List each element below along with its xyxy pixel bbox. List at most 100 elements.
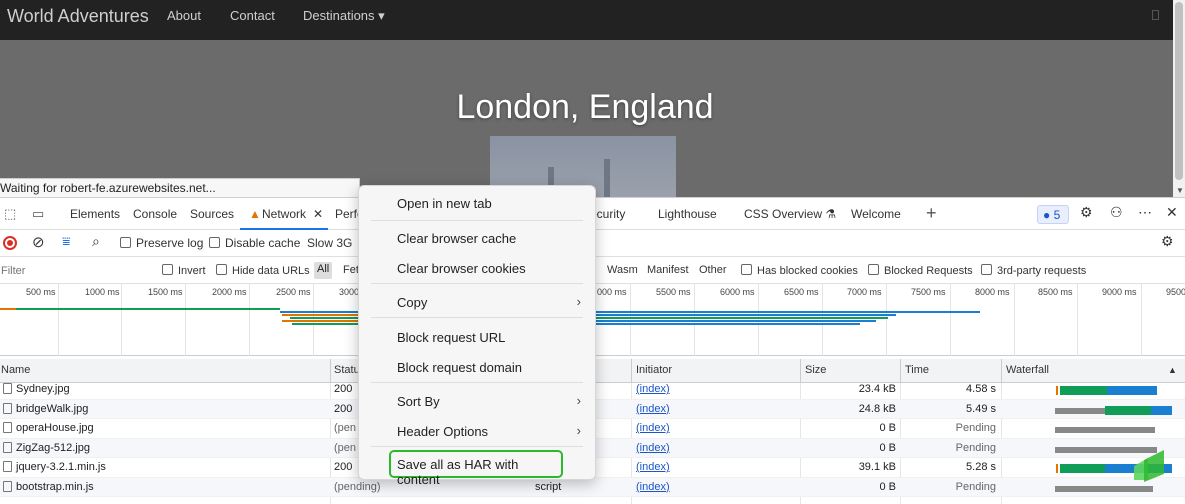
initiator-link[interactable]: (index) (636, 383, 670, 395)
col-header-time[interactable]: Time (905, 364, 929, 376)
clear-icon[interactable]: ⊘ (32, 233, 45, 251)
filter-type-fetch[interactable]: Fet (343, 264, 359, 276)
network-settings-icon[interactable]: ⚙ (1161, 233, 1174, 250)
site-brand[interactable]: World Adventures (7, 6, 149, 27)
scrollbar-thumb[interactable] (1175, 2, 1183, 180)
page-scrollbar[interactable]: ▼ (1173, 0, 1185, 197)
flask-icon: ⚗ (825, 207, 837, 221)
timeline-tick: 8500 ms (1038, 287, 1073, 297)
menu-item-sort-by[interactable]: Sort By › (359, 387, 595, 415)
menu-item-header-options-label: Header Options (397, 424, 489, 439)
blocked-requests-checkbox[interactable]: Blocked Requests (868, 264, 973, 277)
has-blocked-cookies-checkbox[interactable]: Has blocked cookies (741, 264, 858, 277)
checkbox-icon (216, 264, 227, 275)
blocked-requests-label: Blocked Requests (884, 265, 973, 277)
initiator-link[interactable]: (index) (636, 461, 670, 473)
menu-item-open-new-tab[interactable]: Open in new tab (359, 189, 595, 217)
close-tab-icon[interactable]: ✕ (313, 207, 323, 221)
initiator-link[interactable]: (index) (636, 403, 670, 415)
tab-lighthouse[interactable]: Lighthouse (658, 207, 717, 221)
checkbox-icon (741, 264, 752, 275)
scroll-down-icon[interactable]: ▼ (1176, 186, 1184, 195)
status-cell: 200 (334, 461, 353, 473)
menu-item-block-domain[interactable]: Block request domain (359, 353, 595, 381)
tab-console[interactable]: Console (133, 207, 177, 221)
throttling-select[interactable]: Slow 3G (307, 236, 352, 250)
loading-status: Waiting for robert-fe.azurewebsites.net.… (0, 178, 360, 197)
menu-item-header-options[interactable]: Header Options › (359, 417, 595, 445)
timeline-tick: 6000 ms (720, 287, 755, 297)
timeline-tick: 000 ms (597, 287, 627, 297)
menu-item-block-url[interactable]: Block request URL (359, 323, 595, 351)
waterfall-segment (1151, 405, 1172, 415)
disable-cache-checkbox[interactable]: Disable cache (209, 236, 300, 250)
record-icon[interactable] (3, 236, 17, 250)
col-header-waterfall[interactable]: Waterfall (1006, 364, 1049, 376)
col-header-name[interactable]: Name (1, 364, 30, 376)
file-name-cell: operaHouse.jpg (3, 422, 94, 434)
file-name: jquery-3.2.1.min.js (16, 461, 106, 473)
more-tabs-plus-icon[interactable]: + (926, 203, 937, 224)
filter-type-other[interactable]: Other (699, 264, 727, 276)
nav-link-destinations[interactable]: Destinations ▾ (303, 8, 385, 24)
preserve-log-checkbox[interactable]: Preserve log (120, 236, 203, 250)
filter-icon[interactable]: ⩸ (62, 233, 71, 250)
file-name: bootstrap.min.js (16, 480, 94, 493)
overview-bar (596, 311, 980, 313)
col-header-size[interactable]: Size (805, 364, 826, 376)
tab-css-overview[interactable]: CSS Overview ⚗ (744, 207, 836, 221)
image-file-icon (3, 422, 12, 433)
filter-type-all[interactable]: All (314, 262, 333, 279)
filter-type-manifest[interactable]: Manifest (647, 264, 689, 276)
overview-bar (290, 317, 360, 319)
overview-bar (16, 308, 280, 310)
tab-elements[interactable]: Elements (70, 207, 120, 221)
table-row[interactable]: bootstrap.min.js (pending) script (index… (0, 477, 1185, 497)
issues-badge[interactable]: ● 5 (1037, 205, 1069, 224)
nav-link-about[interactable]: About (167, 8, 201, 23)
file-name-cell: Sydney.jpg (3, 383, 70, 395)
tab-network[interactable]: ▲ Network ✕ (240, 198, 328, 230)
feedback-icon[interactable]: ⚇ (1110, 204, 1123, 221)
menu-item-clear-cookies[interactable]: Clear browser cookies (359, 254, 595, 282)
filter-input[interactable] (0, 261, 150, 280)
hide-data-urls-checkbox[interactable]: Hide data URLs (216, 264, 310, 277)
time-cell: 4.58 s (966, 383, 996, 395)
search-icon[interactable]: ⌕ (92, 233, 100, 250)
invert-checkbox[interactable]: Invert (162, 264, 206, 277)
menu-item-copy[interactable]: Copy › (359, 288, 595, 316)
more-options-icon[interactable]: ⋯ (1138, 204, 1152, 221)
checkbox-icon (162, 264, 173, 275)
preserve-log-label: Preserve log (136, 236, 204, 250)
col-header-initiator[interactable]: Initiator (636, 364, 672, 376)
initiator-link[interactable]: (index) (636, 481, 670, 493)
nav-toggle-icon[interactable] (1152, 10, 1159, 20)
size-cell: 39.1 kB (858, 461, 896, 473)
col-header-status[interactable]: Statu (334, 364, 360, 376)
warning-icon: ▲ (249, 207, 261, 221)
checkbox-icon (209, 237, 220, 248)
device-emulation-icon[interactable]: ▭ (32, 206, 44, 222)
time-cell: 5.49 s (966, 402, 996, 415)
tab-welcome[interactable]: Welcome (851, 207, 901, 221)
third-party-checkbox[interactable]: 3rd-party requests (981, 264, 1086, 277)
initiator-link[interactable]: (index) (636, 422, 670, 434)
overview-bar (596, 317, 888, 319)
menu-item-save-har[interactable]: Save all as HAR with content (389, 450, 563, 487)
close-devtools-icon[interactable]: ✕ (1166, 204, 1178, 221)
issues-count: 5 (1053, 208, 1061, 222)
overview-bar (292, 323, 360, 325)
tab-css-overview-label: CSS Overview (744, 207, 823, 221)
sort-up-icon[interactable]: ▲ (1168, 365, 1177, 375)
nav-link-contact[interactable]: Contact (230, 8, 275, 23)
menu-item-clear-cache[interactable]: Clear browser cache (359, 224, 595, 252)
waterfall-segment (1055, 427, 1155, 433)
settings-gear-icon[interactable]: ⚙ (1080, 204, 1093, 221)
image-file-icon (3, 441, 12, 453)
filter-type-wasm[interactable]: Wasm (607, 264, 638, 276)
inspect-element-icon[interactable]: ⬚ (4, 206, 16, 222)
overview-bar (280, 311, 360, 313)
script-file-icon (3, 461, 12, 472)
tab-sources[interactable]: Sources (190, 207, 234, 221)
initiator-link[interactable]: (index) (636, 442, 670, 454)
